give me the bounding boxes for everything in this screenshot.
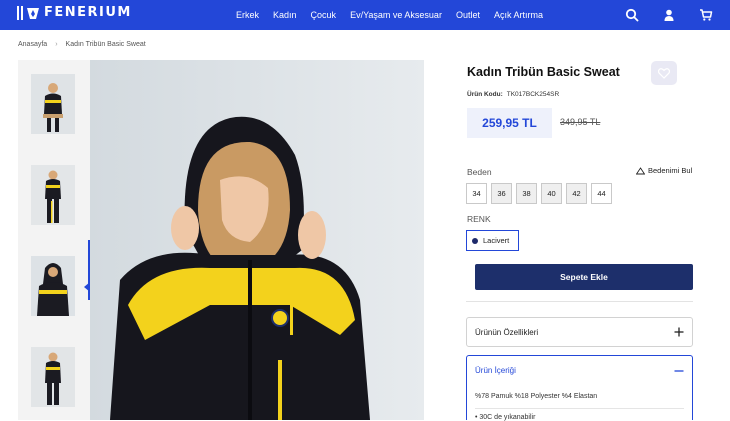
nav-item-ev-yasam[interactable]: Ev/Yaşam ve Aksesuar	[350, 10, 442, 20]
color-option-label: Lacivert	[483, 236, 510, 245]
search-icon[interactable]	[625, 8, 639, 22]
product-title: Kadın Tribün Basic Sweat	[467, 65, 620, 79]
product-photo	[90, 60, 424, 420]
thumbnail-image	[31, 347, 75, 407]
nav-item-cocuk[interactable]: Çocuk	[311, 10, 337, 20]
hanger-icon	[636, 166, 645, 174]
breadcrumb-separator: ›	[55, 41, 58, 48]
breadcrumb-current[interactable]: Kadın Tribün Basic Sweat	[66, 41, 146, 48]
size-option-42[interactable]: 42	[566, 183, 587, 204]
section-divider	[466, 301, 693, 302]
thumbnail-3[interactable]	[31, 256, 75, 316]
main-menu: Erkek Kadın Çocuk Ev/Yaşam ve Aksesuar O…	[236, 0, 557, 30]
accordion-content-body: %78 Pamuk %18 Polyester %4 Elastan • 30C…	[466, 384, 693, 421]
top-navigation-bar: FENERIUM Erkek Kadın Çocuk Ev/Yaşam ve A…	[0, 0, 730, 30]
plus-icon	[674, 327, 684, 337]
color-option-lacivert[interactable]: Lacivert	[466, 230, 519, 251]
size-options: 34 36 38 40 42 44	[466, 183, 612, 204]
nav-item-kadin[interactable]: Kadın	[273, 10, 297, 20]
thumbnail-image	[31, 74, 75, 134]
product-code-value: TK017BCK254SR	[506, 91, 560, 98]
material-composition: %78 Pamuk %18 Polyester %4 Elastan	[475, 393, 598, 400]
product-code-label: Ürün Kodu:	[467, 91, 503, 98]
color-swatch	[472, 237, 478, 244]
size-option-44[interactable]: 44	[591, 183, 612, 204]
logo-emblem-icon	[27, 8, 39, 19]
cart-icon[interactable]	[699, 8, 713, 22]
minus-icon	[674, 369, 684, 372]
accordion-features-label: Ürünün Özellikleri	[475, 327, 539, 337]
content-divider	[475, 408, 684, 409]
thumbnail-4[interactable]	[31, 347, 75, 407]
color-label: RENK	[467, 214, 491, 224]
size-option-36[interactable]: 36	[491, 183, 512, 204]
old-price: 349,95 TL	[560, 117, 601, 127]
accordion-product-features[interactable]: Ürünün Özellikleri	[466, 317, 693, 347]
thumbnail-2[interactable]	[31, 165, 75, 225]
nav-item-acik-artirma[interactable]: Açık Artırma	[494, 10, 543, 20]
nav-item-outlet[interactable]: Outlet	[456, 10, 480, 20]
size-guide-link[interactable]: Bedenimi Bul	[636, 166, 692, 175]
brand-name: FENERIUM	[44, 5, 132, 20]
breadcrumb-home[interactable]: Anasayfa	[18, 41, 47, 48]
thumbnail-image	[31, 165, 75, 225]
product-main-image	[90, 60, 424, 420]
thumbnail-list	[18, 60, 90, 420]
user-icon[interactable]	[662, 8, 676, 22]
current-price: 259,95 TL	[467, 108, 552, 138]
size-option-38[interactable]: 38	[516, 183, 537, 204]
heart-icon	[658, 67, 670, 79]
brand-logo[interactable]: FENERIUM	[17, 6, 132, 20]
size-guide-label: Bedenimi Bul	[648, 166, 693, 175]
product-code: Ürün Kodu: TK017BCK254SR	[467, 91, 559, 98]
thumbnail-image	[31, 256, 75, 316]
thumbnail-1[interactable]	[31, 74, 75, 134]
add-to-cart-button[interactable]: Sepete Ekle	[475, 264, 693, 290]
size-option-34[interactable]: 34	[466, 183, 487, 204]
accordion-content-label: Ürün İçeriği	[475, 366, 516, 375]
accordion-product-content[interactable]: Ürün İçeriği	[466, 355, 693, 385]
favorite-button[interactable]	[651, 61, 677, 85]
logo-bars	[17, 6, 23, 20]
size-option-40[interactable]: 40	[541, 183, 562, 204]
size-label: Beden	[467, 167, 492, 177]
nav-item-erkek[interactable]: Erkek	[236, 10, 259, 20]
breadcrumb: Anasayfa › Kadın Tribün Basic Sweat	[18, 41, 146, 48]
